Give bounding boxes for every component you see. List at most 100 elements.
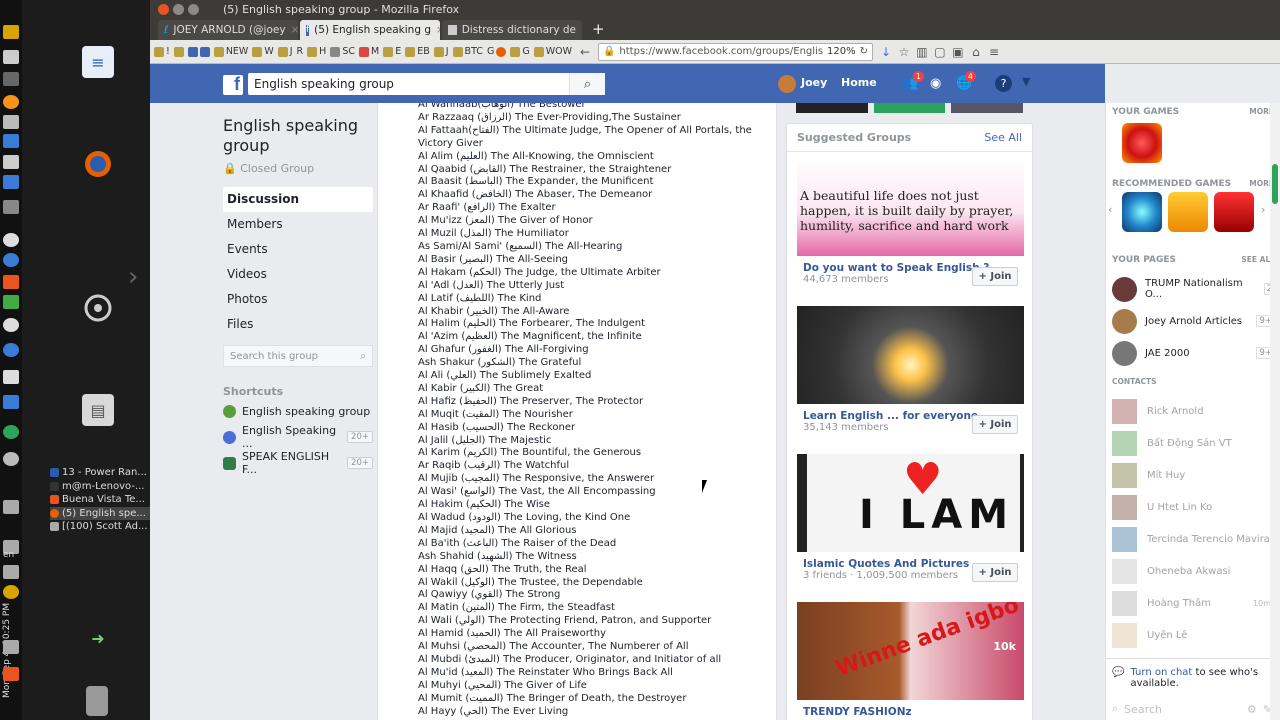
join-button[interactable]: + Join bbox=[972, 415, 1018, 434]
shortcut-item[interactable]: English speaking group bbox=[223, 398, 373, 424]
home-icon[interactable]: ⌂ bbox=[967, 45, 985, 59]
group-image[interactable]: Winne ada igbo 10k bbox=[797, 602, 1024, 700]
chevron-left-icon[interactable]: ‹ bbox=[1108, 203, 1112, 216]
search-icon[interactable]: ⌕ bbox=[569, 73, 605, 95]
page-item[interactable]: TRUMP Nationalism O...2 bbox=[1106, 273, 1280, 305]
task-item[interactable]: (5) English spe... bbox=[50, 506, 150, 520]
bookmark[interactable]: J bbox=[277, 46, 293, 57]
maximize-window-button[interactable] bbox=[188, 3, 199, 15]
filezilla-icon[interactable] bbox=[3, 667, 19, 681]
scrollbar-thumb[interactable] bbox=[1272, 164, 1278, 204]
bookmark[interactable]: EB bbox=[405, 46, 430, 57]
app-icon[interactable] bbox=[3, 452, 19, 466]
app-icon[interactable] bbox=[3, 395, 19, 409]
app-icon[interactable] bbox=[3, 134, 19, 148]
app-icon[interactable] bbox=[3, 200, 19, 214]
bookmark[interactable]: H bbox=[307, 46, 326, 57]
bookmark[interactable]: G bbox=[510, 46, 530, 57]
app-icon[interactable] bbox=[3, 25, 19, 39]
bookmark[interactable]: SC bbox=[330, 46, 355, 57]
contact-item[interactable]: Uyên Lê bbox=[1106, 619, 1280, 651]
volume-icon[interactable] bbox=[3, 565, 19, 579]
contact-item[interactable]: Oheneba Akwasi bbox=[1106, 555, 1280, 587]
app-icon[interactable] bbox=[3, 253, 19, 267]
contact-item[interactable]: U Htet Lin Ko bbox=[1106, 491, 1280, 523]
trash-icon[interactable] bbox=[86, 686, 108, 716]
pocket-icon[interactable]: ▢ bbox=[931, 45, 949, 59]
bookmark[interactable]: W bbox=[252, 46, 274, 57]
nav-discussion[interactable]: Discussion bbox=[223, 187, 373, 212]
firefox-icon[interactable] bbox=[82, 148, 114, 180]
bookmark[interactable]: E bbox=[383, 46, 401, 57]
app-icon[interactable] bbox=[3, 115, 19, 129]
app-icon[interactable] bbox=[3, 72, 19, 86]
facebook-search-input[interactable]: English speaking group ⌕ bbox=[248, 73, 605, 95]
back-icon[interactable]: ← bbox=[576, 45, 594, 59]
chevron-right-icon[interactable]: › bbox=[128, 262, 138, 292]
account-menu-icon[interactable]: ▼ bbox=[1022, 75, 1030, 88]
nav-videos[interactable]: Videos bbox=[223, 262, 373, 287]
group-image[interactable]: I LAM ♥ bbox=[797, 454, 1024, 552]
see-all-link[interactable]: See All bbox=[984, 131, 1022, 144]
turn-on-chat-link[interactable]: Turn on chat bbox=[1130, 667, 1192, 678]
bookmark[interactable]: J bbox=[433, 46, 449, 57]
reload-icon[interactable]: ↻ bbox=[860, 46, 868, 57]
nav-photos[interactable]: Photos bbox=[223, 287, 373, 312]
photo-thumb[interactable] bbox=[873, 103, 946, 113]
app-icon[interactable] bbox=[3, 233, 19, 247]
task-item[interactable]: 13 - Power Ran... bbox=[50, 466, 150, 480]
photo-thumb[interactable] bbox=[951, 103, 1024, 113]
join-button[interactable]: + Join bbox=[972, 563, 1018, 582]
zoom-level[interactable]: 120% bbox=[827, 46, 856, 57]
close-tab-icon[interactable]: × bbox=[436, 24, 440, 36]
photo-thumb[interactable] bbox=[796, 103, 868, 113]
settings-icon[interactable]: ⚙ bbox=[1247, 703, 1257, 716]
bingo-icon[interactable] bbox=[1168, 192, 1208, 232]
bookmark[interactable]: WOW bbox=[533, 46, 572, 57]
task-item[interactable]: Buena Vista Te... bbox=[50, 493, 150, 507]
nav-files[interactable]: Files bbox=[223, 312, 373, 337]
document-icon[interactable]: ≡ bbox=[82, 46, 114, 78]
bluetooth-icon[interactable] bbox=[3, 500, 19, 514]
app-icon[interactable] bbox=[3, 425, 19, 439]
home-link[interactable]: Home bbox=[841, 76, 877, 89]
join-button[interactable]: + Join bbox=[972, 267, 1018, 286]
bookmark[interactable]: BTC bbox=[452, 46, 483, 57]
group-image[interactable] bbox=[797, 306, 1024, 404]
app-icon[interactable] bbox=[3, 585, 19, 599]
file-cabinet-icon[interactable]: ▤ bbox=[82, 394, 114, 426]
bookmark-star-icon[interactable]: ☆ bbox=[895, 45, 913, 59]
bookmark[interactable] bbox=[173, 46, 184, 57]
contact-item[interactable]: Tercinda Terencio Mavira bbox=[1106, 523, 1280, 555]
messenger-icon[interactable]: ◉ bbox=[930, 76, 941, 91]
shortcut-item[interactable]: SPEAK ENGLISH F... 20+ bbox=[223, 450, 373, 476]
app-icon[interactable] bbox=[3, 155, 19, 169]
game-icon[interactable] bbox=[1122, 192, 1162, 232]
contact-item[interactable]: Bất Động Sản VT bbox=[1106, 427, 1280, 459]
group-image[interactable]: A beautiful life does not just happen, i… bbox=[797, 158, 1024, 256]
shortcut-item[interactable]: English Speaking ... 20+ bbox=[223, 424, 373, 450]
menu-icon[interactable]: ≡ bbox=[985, 45, 1003, 59]
keyboard-layout[interactable]: en bbox=[3, 550, 14, 560]
profile-link[interactable]: Joey bbox=[801, 76, 827, 89]
url-bar[interactable]: 🔒 https://www.facebook.com/groups/Englis… bbox=[597, 42, 873, 61]
app-icon[interactable] bbox=[3, 175, 19, 189]
bluetooth-icon[interactable] bbox=[3, 640, 19, 654]
app-icon[interactable] bbox=[3, 50, 19, 64]
app-icon[interactable] bbox=[3, 343, 19, 357]
nav-events[interactable]: Events bbox=[223, 237, 373, 262]
friend-requests-icon[interactable]: 👥 1 bbox=[902, 71, 924, 91]
candy-crush-icon[interactable] bbox=[1122, 123, 1162, 163]
page-item[interactable]: Joey Arnold Articles 9+ bbox=[1106, 305, 1280, 337]
group-title[interactable]: English speaking group bbox=[223, 116, 373, 156]
new-tab-button[interactable]: + bbox=[584, 20, 613, 38]
contact-item[interactable]: Hoàng Thâm 10m bbox=[1106, 587, 1280, 619]
facebook-logo[interactable]: f bbox=[223, 74, 243, 95]
search-icon[interactable]: ⌕ bbox=[360, 351, 366, 362]
app-icon[interactable] bbox=[3, 295, 19, 309]
bookmark[interactable]: G bbox=[487, 46, 507, 57]
tab-facebook[interactable]: f(5) English speaking g× bbox=[300, 20, 440, 40]
bitcoin-icon[interactable] bbox=[3, 95, 19, 109]
slots-icon[interactable] bbox=[1214, 192, 1254, 232]
group-name-link[interactable]: TRENDY FASHIONz bbox=[797, 706, 1024, 718]
